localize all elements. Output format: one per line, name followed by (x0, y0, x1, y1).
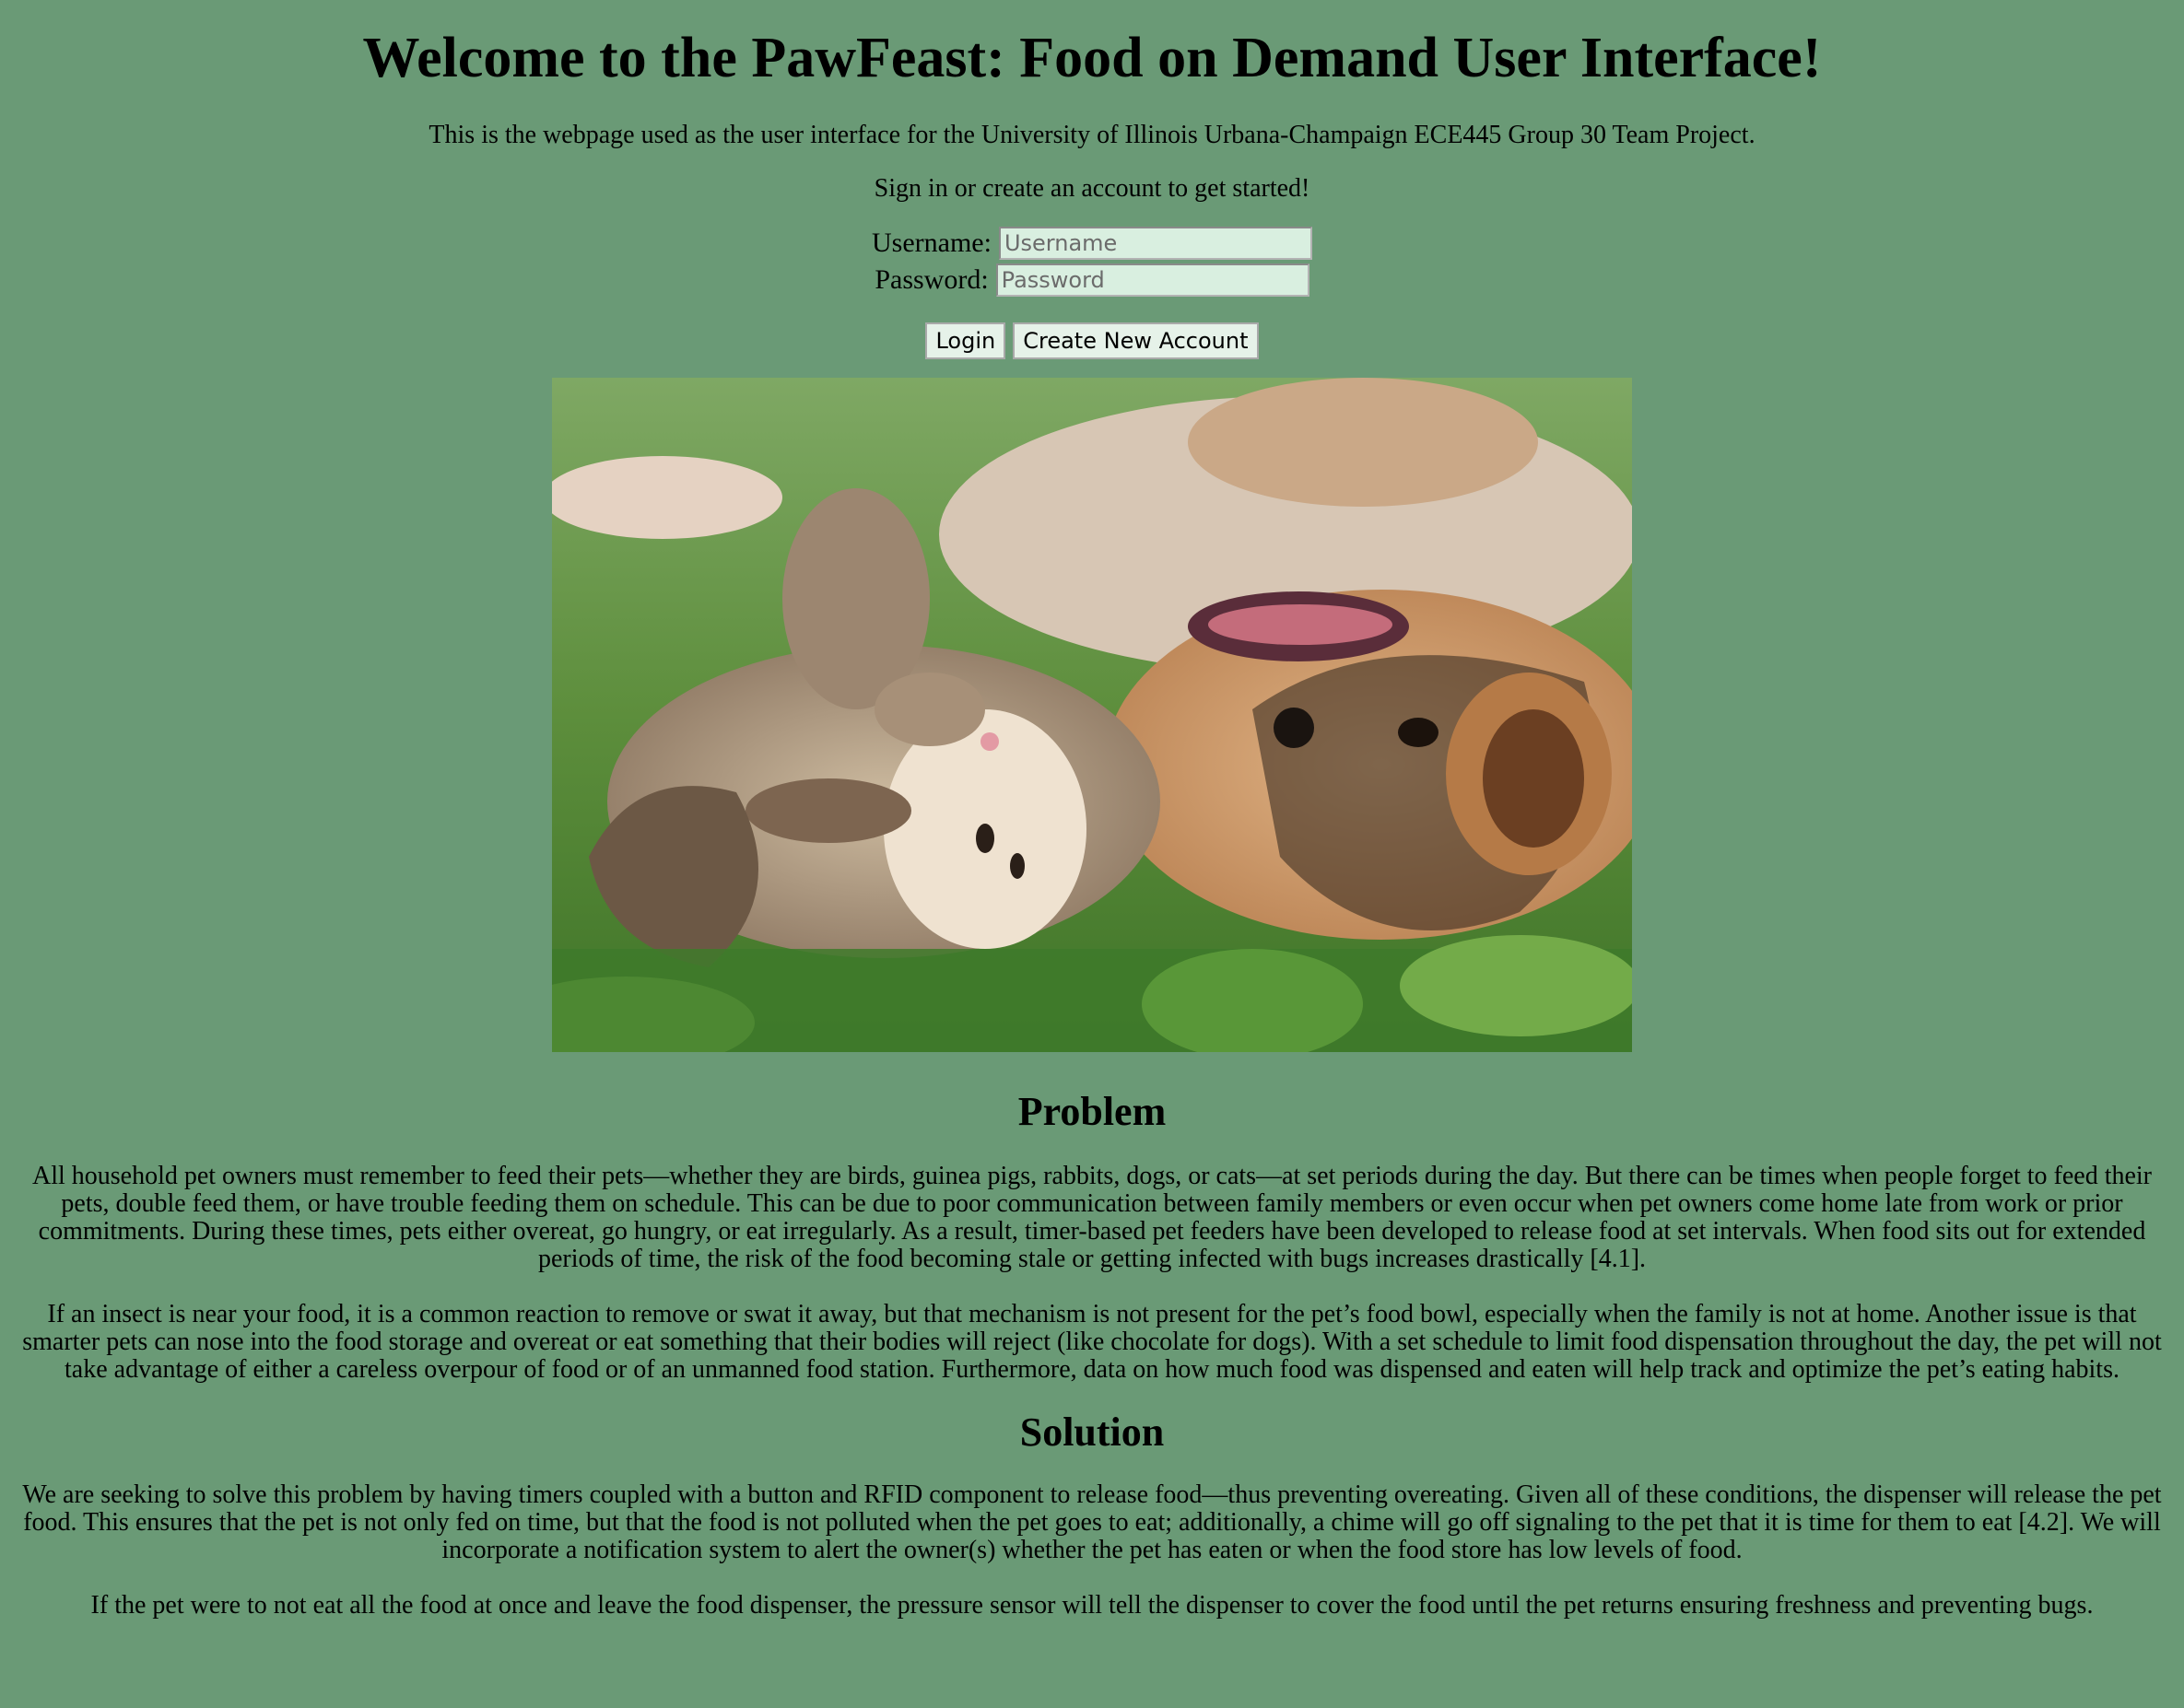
hero-image (552, 378, 1632, 1052)
hero-image-wrap (0, 378, 2184, 1052)
username-row: Username: (0, 225, 2184, 262)
password-input[interactable] (995, 263, 1309, 297)
problem-paragraph-2: If an insect is near your food, it is a … (22, 1300, 2162, 1384)
password-row: Password: (0, 262, 2184, 298)
solution-paragraph-2: If the pet were to not eat all the food … (90, 1591, 2094, 1620)
problem-heading: Problem (1017, 1089, 1167, 1134)
username-input[interactable] (998, 227, 1312, 260)
login-form: Username: Password: Login Create New Acc… (0, 225, 2184, 359)
form-buttons: Login Create New Account (0, 322, 2184, 359)
password-label: Password: (875, 264, 989, 295)
intro-text: This is the webpage used as the user int… (429, 121, 1755, 149)
login-button[interactable]: Login (925, 322, 1006, 359)
signin-prompt: Sign in or create an account to get star… (874, 174, 1310, 203)
solution-paragraph-1: We are seeking to solve this problem by … (22, 1480, 2162, 1564)
page: Welcome to the PawFeast: Food on Demand … (0, 0, 2184, 1620)
solution-heading: Solution (1019, 1410, 1165, 1455)
create-account-button[interactable]: Create New Account (1013, 322, 1259, 359)
problem-paragraph-1: All household pet owners must remember t… (31, 1162, 2153, 1273)
page-title: Welcome to the PawFeast: Food on Demand … (362, 27, 1822, 89)
username-label: Username: (872, 228, 992, 258)
